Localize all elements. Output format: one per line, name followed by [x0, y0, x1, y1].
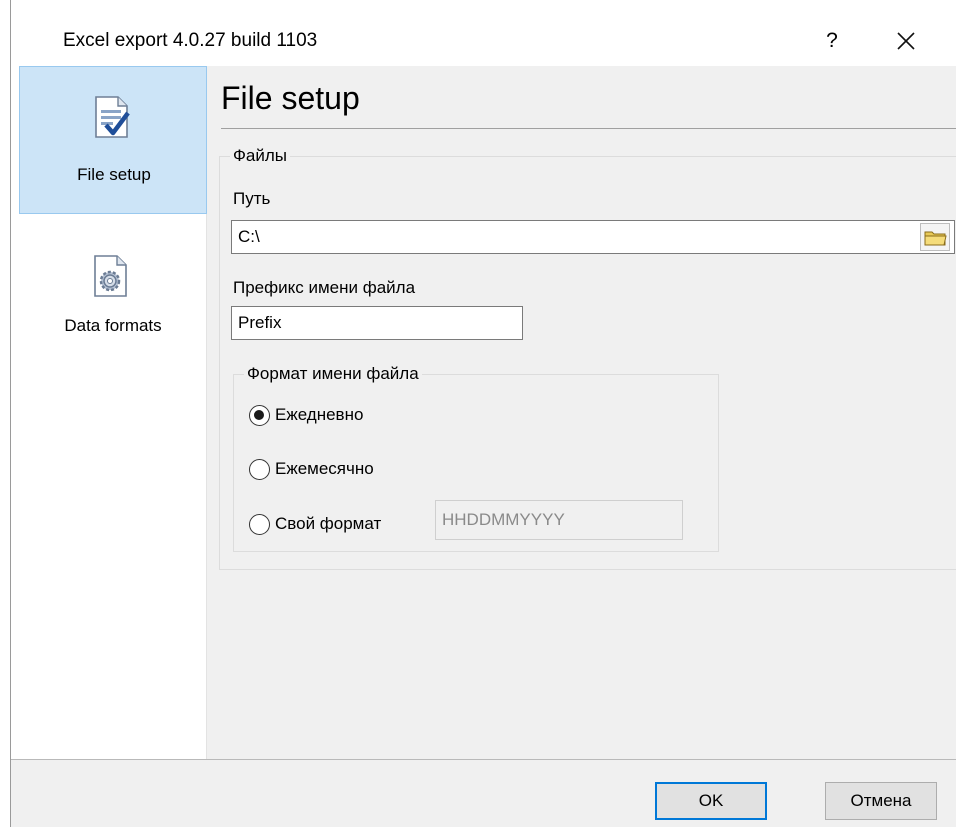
- radio-monthly-indicator[interactable]: [249, 458, 270, 480]
- gear-document-icon: [94, 255, 127, 297]
- radio-daily-indicator[interactable]: [249, 404, 270, 426]
- document-check-icon: [95, 96, 130, 138]
- custom-format-input[interactable]: [435, 500, 683, 540]
- main-content: File setup Файлы Путь Префикс имени файл…: [207, 66, 956, 759]
- radio-custom-indicator[interactable]: [249, 513, 270, 535]
- dialog-window: Excel export 4.0.27 build 1103 ? File se…: [10, 0, 956, 827]
- radio-custom-label: Свой формат: [275, 514, 382, 533]
- path-input[interactable]: [231, 220, 955, 254]
- browse-folder-button[interactable]: [920, 223, 950, 251]
- page-title: File setup: [221, 80, 360, 116]
- radio-daily[interactable]: Ежедневно: [249, 401, 363, 429]
- help-button[interactable]: ?: [817, 26, 847, 56]
- sidebar: File setup Data formats: [11, 66, 207, 759]
- ok-button[interactable]: OK: [655, 782, 767, 820]
- sidebar-item-data-formats[interactable]: Data formats: [19, 252, 207, 400]
- radio-monthly-label: Ежемесячно: [275, 459, 374, 478]
- files-group-legend: Файлы: [233, 146, 288, 165]
- sidebar-item-label: Data formats: [64, 316, 162, 335]
- title-bar[interactable]: Excel export 4.0.27 build 1103 ?: [11, 0, 956, 66]
- close-button[interactable]: [891, 26, 921, 56]
- radio-custom[interactable]: Свой формат: [249, 510, 381, 538]
- radio-daily-label: Ежедневно: [275, 405, 364, 424]
- radio-monthly[interactable]: Ежемесячно: [249, 455, 374, 483]
- prefix-input[interactable]: [231, 306, 523, 340]
- folder-icon: [924, 231, 947, 246]
- cancel-button[interactable]: Отмена: [825, 782, 937, 820]
- filename-format-legend: Формат имени файла: [247, 364, 419, 383]
- close-icon: [897, 32, 915, 50]
- window-title: Excel export 4.0.27 build 1103: [63, 30, 318, 51]
- prefix-label: Префикс имени файла: [233, 278, 416, 297]
- title-divider: [221, 128, 956, 129]
- button-bar: OK Отмена: [11, 759, 956, 827]
- sidebar-item-label: File setup: [77, 165, 151, 184]
- path-label: Путь: [233, 189, 271, 208]
- sidebar-item-file-setup[interactable]: File setup: [19, 66, 207, 214]
